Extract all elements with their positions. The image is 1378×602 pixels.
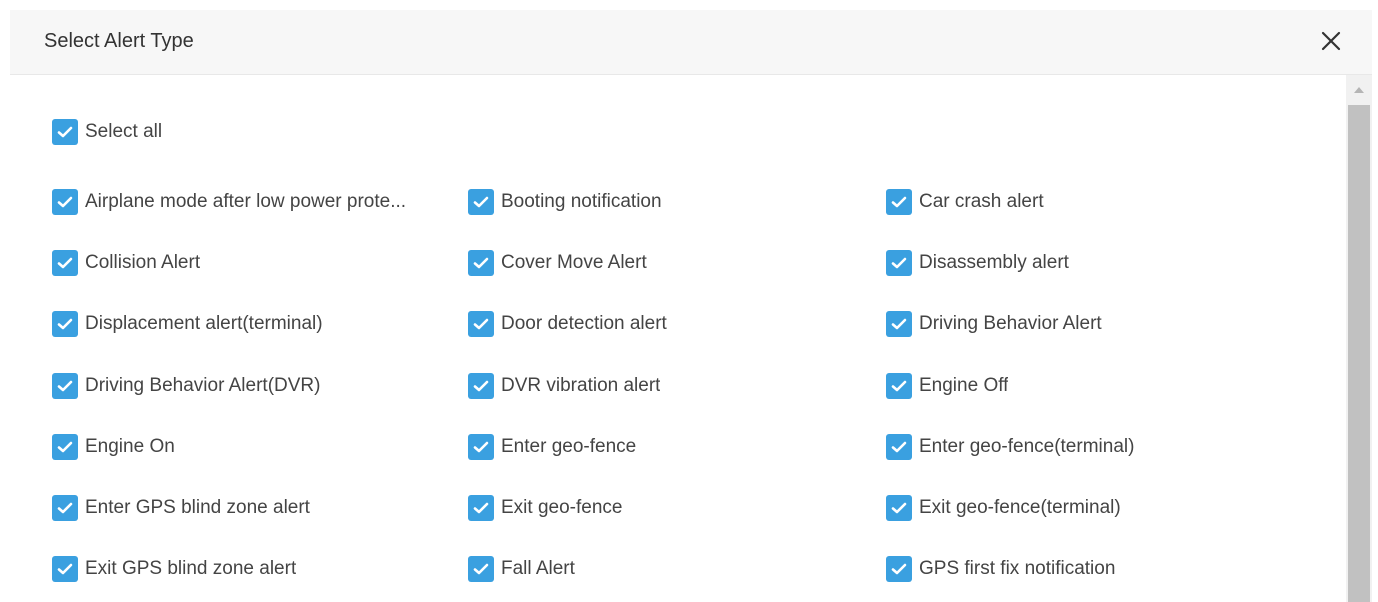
select-all-checkbox[interactable]: Select all <box>52 118 162 146</box>
alert-type-label: Exit geo-fence <box>501 497 623 518</box>
alert-type-checkbox[interactable]: DVR vibration alert <box>468 372 660 400</box>
alert-type-label: Collision Alert <box>85 252 201 273</box>
checkbox-checked-icon[interactable] <box>886 434 912 460</box>
alert-type-label: Airplane mode after low power prote... <box>85 191 407 212</box>
checkbox-checked-icon[interactable] <box>468 373 494 399</box>
checkbox-checked-icon[interactable] <box>886 250 912 276</box>
alert-type-checkbox[interactable]: Engine Off <box>886 372 1008 400</box>
vertical-scrollbar[interactable] <box>1346 75 1372 602</box>
alert-type-label: Exit GPS blind zone alert <box>85 558 297 579</box>
checkbox-checked-icon[interactable] <box>52 311 78 337</box>
alert-type-checkbox[interactable]: Door detection alert <box>468 310 667 338</box>
alert-type-checkbox[interactable]: Exit GPS blind zone alert <box>52 555 296 583</box>
checkbox-checked-icon[interactable] <box>468 189 494 215</box>
alert-type-label: DVR vibration alert <box>501 375 661 396</box>
alert-type-label: Enter geo-fence <box>501 436 637 457</box>
alert-type-checkbox[interactable]: Exit geo-fence <box>468 494 622 522</box>
alert-type-checkbox[interactable]: Fall Alert <box>468 555 575 583</box>
alert-type-label: Engine Off <box>919 375 1009 396</box>
checkbox-checked-icon[interactable] <box>468 311 494 337</box>
checkbox-checked-icon[interactable] <box>886 495 912 521</box>
checkbox-checked-icon[interactable] <box>468 495 494 521</box>
alert-type-label: Door detection alert <box>501 313 667 334</box>
close-icon[interactable] <box>1316 26 1346 56</box>
checkbox-checked-icon[interactable] <box>886 556 912 582</box>
alert-type-label: GPS first fix notification <box>919 558 1116 579</box>
alert-type-checkbox[interactable]: Cover Move Alert <box>468 249 647 277</box>
alert-type-label: Driving Behavior Alert <box>919 313 1102 334</box>
alert-type-label: Cover Move Alert <box>501 252 647 273</box>
alert-type-label: Engine On <box>85 436 175 457</box>
checkbox-checked-icon[interactable] <box>468 434 494 460</box>
alert-type-checkbox[interactable]: Enter GPS blind zone alert <box>52 494 310 522</box>
alert-type-label: Exit geo-fence(terminal) <box>919 497 1121 518</box>
checkbox-checked-icon[interactable] <box>52 434 78 460</box>
alert-type-label: Disassembly alert <box>919 252 1069 273</box>
alert-type-label: Displacement alert(terminal) <box>85 313 323 334</box>
checkbox-checked-icon[interactable] <box>52 189 78 215</box>
checkbox-checked-icon[interactable] <box>52 119 78 145</box>
alert-type-label: Enter geo-fence(terminal) <box>919 436 1135 457</box>
alert-type-checkbox[interactable]: Collision Alert <box>52 249 200 277</box>
dialog-title: Select Alert Type <box>44 30 194 52</box>
alert-type-checkbox[interactable]: Car crash alert <box>886 188 1044 216</box>
alert-type-checkbox[interactable]: Driving Behavior Alert(DVR) <box>52 372 320 400</box>
alert-type-checkbox[interactable]: Disassembly alert <box>886 249 1069 277</box>
checkbox-checked-icon[interactable] <box>52 495 78 521</box>
checkbox-checked-icon[interactable] <box>886 373 912 399</box>
alert-type-checkbox[interactable]: Airplane mode after low power prote... <box>52 188 406 216</box>
select-all-label: Select all <box>85 121 163 142</box>
checkbox-checked-icon[interactable] <box>468 556 494 582</box>
scrollbar-thumb[interactable] <box>1348 105 1370 602</box>
alert-type-checkbox[interactable]: Enter geo-fence(terminal) <box>886 433 1134 461</box>
alert-type-checkbox[interactable]: Driving Behavior Alert <box>886 310 1102 338</box>
alert-type-label: Booting notification <box>501 191 662 212</box>
alert-type-checkbox[interactable]: GPS first fix notification <box>886 555 1115 583</box>
alert-type-list: Select all Airplane mode after low power… <box>10 75 1346 602</box>
checkbox-checked-icon[interactable] <box>468 250 494 276</box>
alert-type-checkbox[interactable]: Displacement alert(terminal) <box>52 310 323 338</box>
alert-type-label: Enter GPS blind zone alert <box>85 497 310 518</box>
scroll-up-arrow-icon[interactable] <box>1354 87 1364 93</box>
alert-type-label: Driving Behavior Alert(DVR) <box>85 375 321 396</box>
alert-type-checkbox[interactable]: Booting notification <box>468 188 662 216</box>
alert-type-checkbox[interactable]: Engine On <box>52 433 175 461</box>
alert-type-checkbox[interactable]: Enter geo-fence <box>468 433 636 461</box>
alert-type-checkbox[interactable]: Exit geo-fence(terminal) <box>886 494 1121 522</box>
alert-type-label: Car crash alert <box>919 191 1044 212</box>
checkbox-checked-icon[interactable] <box>52 250 78 276</box>
dialog-header: Select Alert Type <box>10 10 1372 75</box>
checkbox-checked-icon[interactable] <box>886 311 912 337</box>
select-alert-type-dialog: Select Alert Type Select all Airplane mo… <box>10 10 1372 602</box>
alert-type-label: Fall Alert <box>501 558 575 579</box>
checkbox-checked-icon[interactable] <box>886 189 912 215</box>
checkbox-checked-icon[interactable] <box>52 373 78 399</box>
checkbox-checked-icon[interactable] <box>52 556 78 582</box>
